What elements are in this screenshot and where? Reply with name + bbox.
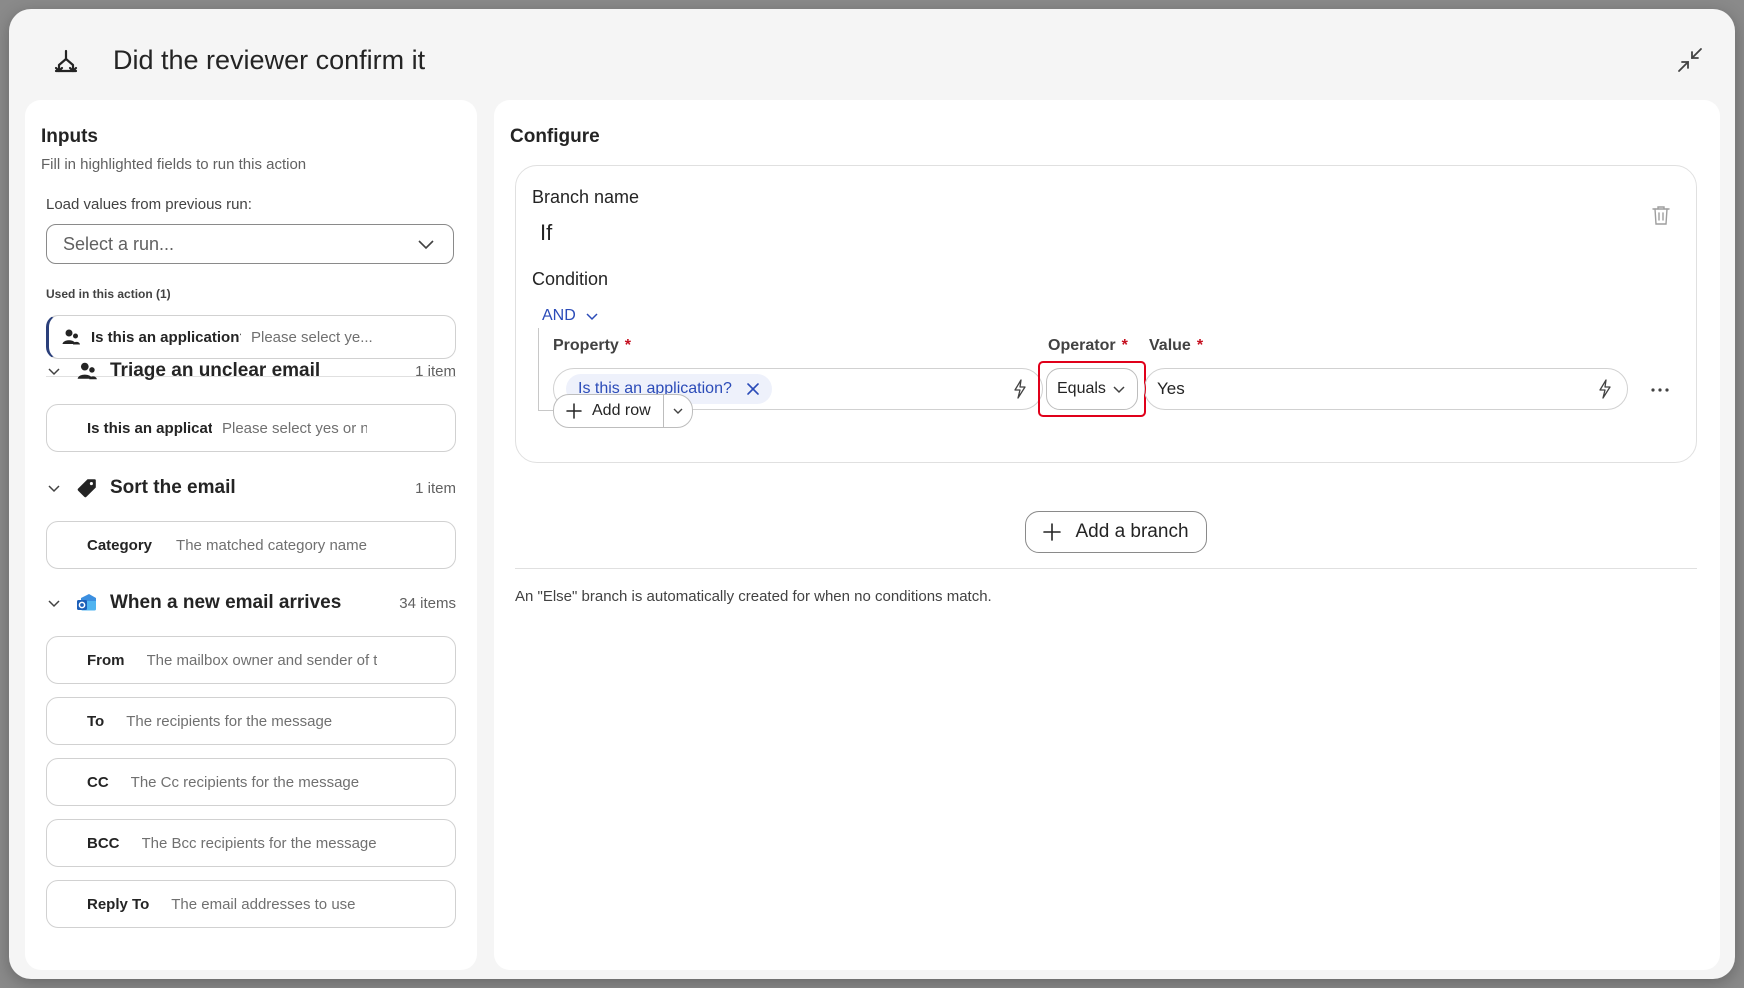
value-input[interactable]: Yes xyxy=(1144,368,1628,410)
value-label-text: Value xyxy=(1149,337,1191,354)
used-field-placeholder: Please select ye... xyxy=(251,328,373,346)
operator-column-label: Operator * xyxy=(1048,337,1128,355)
section-title: Sort the email xyxy=(110,477,236,498)
field-placeholder: The matched category name xyxy=(176,536,367,554)
add-branch-button[interactable]: Add a branch xyxy=(1025,511,1207,553)
plus-icon xyxy=(1043,523,1062,541)
branch-card: Branch name If Condition AND Property * O… xyxy=(515,165,1697,463)
condition-label: Condition xyxy=(532,269,609,289)
add-row-button[interactable]: Add row xyxy=(554,395,663,427)
section-sort-email[interactable]: Sort the email 1 item xyxy=(46,473,456,503)
add-row-split-button: Add row xyxy=(553,394,693,428)
collapse-icon[interactable] xyxy=(1675,45,1705,75)
section-count: 34 items xyxy=(399,594,456,612)
chevron-down-icon xyxy=(673,408,683,414)
trash-icon[interactable] xyxy=(1650,204,1672,226)
field-is-application[interactable]: Is this an application? Please select ye… xyxy=(46,404,456,452)
branch-name-value[interactable]: If xyxy=(540,220,552,246)
field-placeholder: The email addresses to use xyxy=(171,895,356,913)
chevron-down-icon xyxy=(1113,386,1125,394)
tree-connector xyxy=(538,410,554,411)
field-bcc[interactable]: BCC The Bcc recipients for the message xyxy=(46,819,456,867)
else-branch-note: An "Else" branch is automatically create… xyxy=(515,588,992,605)
outlook-icon xyxy=(77,594,96,611)
add-branch-label: Add a branch xyxy=(1075,521,1189,542)
field-label: Is this an application? xyxy=(87,419,212,437)
required-marker: * xyxy=(1121,337,1128,354)
lightning-icon[interactable] xyxy=(1010,378,1030,400)
field-label: From xyxy=(87,651,125,669)
operator-dropdown[interactable]: Equals xyxy=(1046,368,1138,410)
inputs-title: Inputs xyxy=(41,126,98,147)
inputs-panel: Inputs Fill in highlighted fields to run… xyxy=(25,100,477,970)
value-text: Yes xyxy=(1157,379,1185,398)
value-column-label: Value * xyxy=(1149,337,1203,355)
used-field-is-application[interactable]: Is this an application? Please select ye… xyxy=(46,315,456,359)
action-config-modal: Did the reviewer confirm it Inputs Fill … xyxy=(9,9,1735,979)
chevron-down-icon xyxy=(418,240,434,250)
inputs-subtitle: Fill in highlighted fields to run this a… xyxy=(41,156,307,173)
section-triage-unclear-email[interactable]: Triage an unclear email 1 item xyxy=(46,356,456,386)
person-group-icon xyxy=(62,329,80,345)
field-label: Reply To xyxy=(87,895,150,913)
branch-merge-icon xyxy=(54,49,78,73)
field-placeholder: Please select yes or no xyxy=(222,419,367,437)
load-values-label: Load values from previous run: xyxy=(46,196,252,213)
field-placeholder: The recipients for the message xyxy=(126,712,333,730)
field-label: BCC xyxy=(87,834,120,852)
field-placeholder: The mailbox owner and sender of the mess… xyxy=(146,651,377,669)
section-count: 1 item xyxy=(415,362,456,380)
add-row-menu-button[interactable] xyxy=(662,395,692,427)
configure-title: Configure xyxy=(510,126,600,147)
select-run-dropdown[interactable]: Select a run... xyxy=(46,224,454,264)
operator-value: Equals xyxy=(1057,380,1106,397)
section-new-email-arrives[interactable]: When a new email arrives 34 items xyxy=(46,588,456,618)
field-placeholder: The Bcc recipients for the message xyxy=(141,834,377,852)
used-field-label: Is this an application? xyxy=(91,328,241,346)
field-category[interactable]: Category The matched category name xyxy=(46,521,456,569)
property-column-label: Property * xyxy=(553,337,631,355)
field-placeholder: The Cc recipients for the message xyxy=(130,773,360,791)
chevron-down-icon xyxy=(586,313,598,321)
tree-connector xyxy=(538,328,539,410)
chevron-down-icon xyxy=(48,368,60,376)
field-reply-to[interactable]: Reply To The email addresses to use xyxy=(46,880,456,928)
required-marker: * xyxy=(624,337,632,354)
field-from[interactable]: From The mailbox owner and sender of the… xyxy=(46,636,456,684)
logic-operator-label: AND xyxy=(542,307,576,324)
divider xyxy=(515,568,1697,569)
select-run-placeholder: Select a run... xyxy=(63,233,175,254)
section-title: Triage an unclear email xyxy=(110,360,321,381)
modal-title: Did the reviewer confirm it xyxy=(113,45,426,75)
person-group-icon xyxy=(77,362,97,380)
field-label: CC xyxy=(87,773,109,791)
field-label: Category xyxy=(87,536,153,554)
tag-icon xyxy=(77,479,96,498)
configure-panel: Configure Branch name If Condition AND P… xyxy=(494,100,1720,970)
branch-name-label: Branch name xyxy=(532,187,640,207)
required-marker: * xyxy=(1196,337,1204,354)
property-label-text: Property xyxy=(553,337,619,354)
field-cc[interactable]: CC The Cc recipients for the message xyxy=(46,758,456,806)
field-label: To xyxy=(87,712,105,730)
chevron-down-icon xyxy=(48,485,60,493)
more-options-icon[interactable] xyxy=(1649,379,1671,401)
close-icon[interactable] xyxy=(746,382,760,396)
plus-icon xyxy=(566,403,582,419)
field-to[interactable]: To The recipients for the message xyxy=(46,697,456,745)
used-in-action-label: Used in this action (1) xyxy=(46,287,171,301)
add-row-label: Add row xyxy=(592,402,651,419)
section-title: When a new email arrives xyxy=(110,592,342,613)
section-count: 1 item xyxy=(415,479,456,497)
lightning-icon[interactable] xyxy=(1595,378,1615,400)
chevron-down-icon xyxy=(48,600,60,608)
logic-operator-dropdown[interactable]: AND xyxy=(542,304,600,328)
operator-label-text: Operator xyxy=(1048,337,1116,354)
